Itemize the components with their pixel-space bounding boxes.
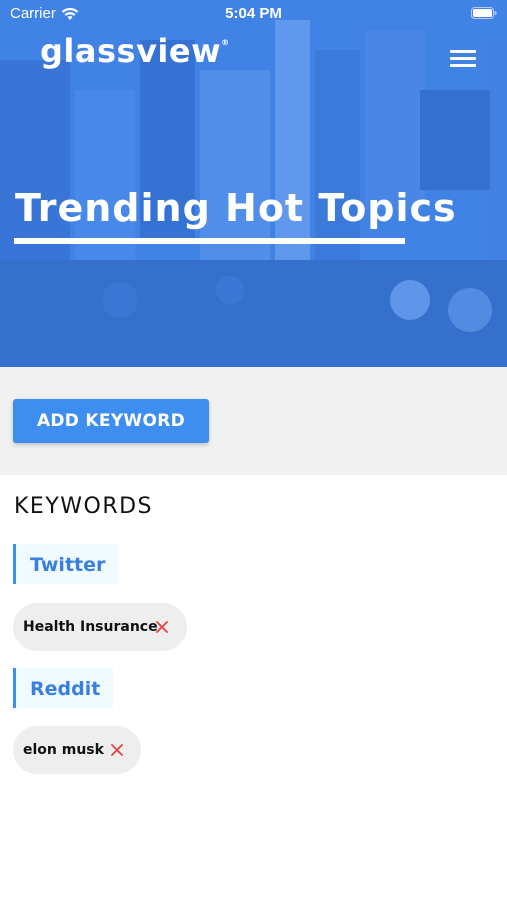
app-logo: glassview® [40, 32, 230, 70]
keyword-chip: elon musk [13, 726, 141, 774]
close-icon[interactable] [156, 621, 168, 633]
title-underline [14, 238, 405, 244]
action-band: ADD KEYWORD [0, 367, 507, 475]
battery-icon [471, 7, 497, 19]
page-title: Trending Hot Topics [15, 186, 457, 230]
keyword-chip-label: Health Insurance [23, 619, 158, 635]
hero-banner: Carrier 5:04 PM glassview® Trending Hot … [0, 0, 507, 367]
add-keyword-button[interactable]: ADD KEYWORD [13, 399, 209, 443]
source-label-twitter: Twitter [13, 544, 117, 584]
status-bar: Carrier 5:04 PM [0, 0, 507, 28]
close-icon[interactable] [111, 744, 123, 756]
keywords-heading: KEYWORDS [14, 494, 154, 519]
source-label-reddit: Reddit [13, 668, 113, 708]
keyword-chip-label: elon musk [23, 742, 104, 758]
status-time: 5:04 PM [225, 5, 282, 22]
logo-registered-mark: ® [221, 38, 230, 47]
logo-text: glassview [40, 32, 222, 70]
hamburger-menu-icon[interactable] [450, 50, 476, 68]
keyword-chip: Health Insurance [13, 603, 187, 651]
